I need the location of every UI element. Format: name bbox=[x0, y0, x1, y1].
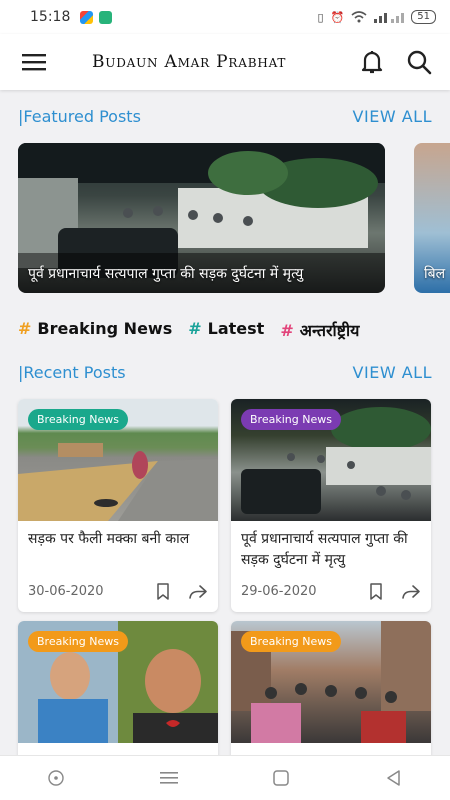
post-thumbnail: Breaking News bbox=[18, 621, 218, 743]
alarm-icon: ⏰ bbox=[330, 10, 345, 24]
bell-icon[interactable] bbox=[360, 49, 384, 75]
bookmark-icon[interactable] bbox=[156, 583, 170, 600]
recents-icon[interactable] bbox=[159, 771, 178, 785]
bookmark-icon[interactable] bbox=[369, 583, 383, 600]
message-notification-icon bbox=[99, 10, 113, 24]
post-date: 29-06-2020 bbox=[241, 584, 317, 599]
post-thumbnail: Breaking News bbox=[231, 399, 431, 521]
tag-breaking-news[interactable]: # Breaking News bbox=[18, 319, 172, 341]
recent-post-card[interactable]: Breaking News पूर्व प्रधानाचार्य सत्यपाल… bbox=[231, 399, 431, 612]
post-thumbnail: Breaking News bbox=[18, 399, 218, 521]
featured-post-title: पूर्व प्रधानाचार्य सत्यपाल गुप्ता की सड़… bbox=[28, 266, 304, 282]
share-icon[interactable] bbox=[188, 584, 208, 600]
status-time: 15:18 bbox=[30, 9, 71, 25]
post-date: 30-06-2020 bbox=[28, 584, 104, 599]
post-thumbnail: Breaking News bbox=[231, 621, 431, 743]
recent-view-all-link[interactable]: VIEW ALL bbox=[353, 363, 432, 382]
app-notification-icon bbox=[80, 10, 94, 24]
featured-carousel[interactable]: पूर्व प्रधानाचार्य सत्यपाल गुप्ता की सड़… bbox=[18, 143, 450, 293]
category-badge[interactable]: Breaking News bbox=[241, 631, 341, 652]
post-title[interactable]: सड़क पर फैली मक्का बनी काल bbox=[18, 521, 218, 575]
featured-header: |Featured Posts VIEW ALL bbox=[18, 107, 432, 126]
battery-icon: 51 bbox=[411, 10, 436, 24]
search-icon[interactable] bbox=[406, 49, 432, 75]
share-icon[interactable] bbox=[401, 584, 421, 600]
wifi-icon bbox=[351, 11, 367, 23]
category-badge[interactable]: Breaking News bbox=[241, 409, 341, 430]
recent-header: |Recent Posts VIEW ALL bbox=[18, 363, 432, 382]
vibrate-icon: ▯ bbox=[317, 10, 324, 24]
category-tags: # Breaking News # Latest # अन्तर्राष्ट्रीय bbox=[18, 319, 359, 341]
featured-view-all-link[interactable]: VIEW ALL bbox=[353, 107, 432, 126]
system-indicators: ▯ ⏰ 51 bbox=[317, 10, 436, 24]
assistant-icon[interactable] bbox=[47, 769, 65, 787]
tag-international[interactable]: # अन्तर्राष्ट्रीय bbox=[280, 319, 359, 341]
app-bar-actions bbox=[360, 49, 432, 75]
featured-title: |Featured Posts bbox=[18, 107, 141, 126]
tag-latest[interactable]: # Latest bbox=[188, 319, 264, 341]
app-title: Budaun Amar Prabhat bbox=[92, 52, 287, 72]
post-meta: 30-06-2020 bbox=[18, 575, 218, 612]
home-icon[interactable] bbox=[272, 769, 290, 787]
category-badge[interactable]: Breaking News bbox=[28, 631, 128, 652]
notification-icons bbox=[80, 10, 113, 24]
featured-post-title: बिल bbox=[424, 266, 446, 282]
category-badge[interactable]: Breaking News bbox=[28, 409, 128, 430]
status-bar: 15:18 ▯ ⏰ 51 bbox=[0, 0, 450, 34]
recent-title: |Recent Posts bbox=[18, 363, 126, 382]
signal-icon bbox=[374, 13, 405, 23]
hamburger-menu-icon[interactable] bbox=[22, 53, 46, 71]
featured-post-card[interactable]: पूर्व प्रधानाचार्य सत्यपाल गुप्ता की सड़… bbox=[18, 143, 385, 293]
app-bar: Budaun Amar Prabhat bbox=[0, 34, 450, 90]
back-icon[interactable] bbox=[385, 769, 403, 787]
recent-post-card[interactable]: Breaking News सड़क पर फैली मक्का बनी काल… bbox=[18, 399, 218, 612]
post-title[interactable]: पूर्व प्रधानाचार्य सत्यपाल गुप्ता की सड़… bbox=[231, 521, 431, 575]
post-meta: 29-06-2020 bbox=[231, 575, 431, 612]
system-nav-bar bbox=[0, 755, 450, 800]
featured-post-card[interactable]: बिल bbox=[414, 143, 450, 293]
